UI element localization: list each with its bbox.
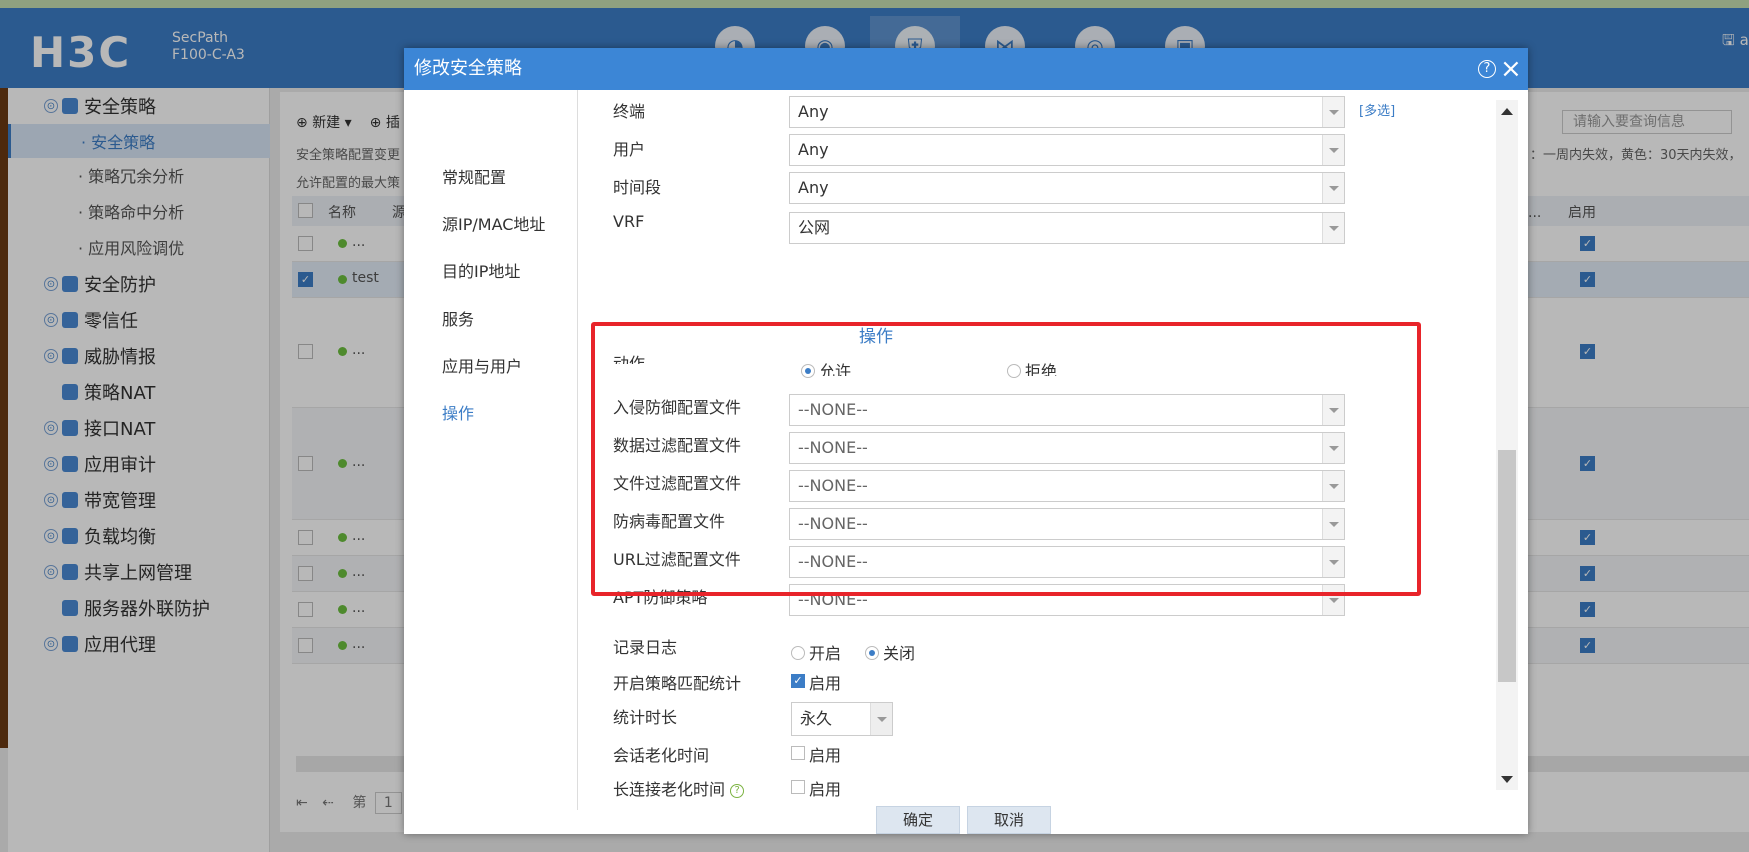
session-aging-enable-label: 启用 <box>809 746 842 765</box>
multi-select-link[interactable]: [多选] <box>1359 100 1395 119</box>
long-conn-enable-label: 启用 <box>809 780 842 799</box>
log-on-label: 开启 <box>809 644 842 663</box>
session-aging-checkbox[interactable] <box>791 746 805 760</box>
dialog-nav: 常规配置 源IP/MAC地址 目的IP地址 服务 应用与用户 操作 <box>404 90 578 810</box>
scroll-down-icon[interactable] <box>1501 776 1513 783</box>
nav-general[interactable]: 常规配置 <box>442 164 506 188</box>
time-range-select[interactable]: Any <box>789 172 1345 204</box>
nav-app-user[interactable]: 应用与用户 <box>442 353 522 377</box>
duration-label: 统计时长 <box>613 708 678 727</box>
chevron-down-icon <box>1322 213 1344 243</box>
log-label: 记录日志 <box>613 638 678 657</box>
dialog-titlebar: 修改安全策略 ? × <box>404 48 1528 90</box>
chevron-down-icon <box>1322 135 1344 165</box>
log-off-radio[interactable] <box>865 646 879 660</box>
long-conn-label: 长连接老化时间 ? <box>613 776 745 800</box>
help-icon[interactable]: ? <box>1478 60 1496 78</box>
highlight-annotation <box>591 322 1421 596</box>
nav-source-ip[interactable]: 源IP/MAC地址 <box>442 211 545 235</box>
dialog-title: 修改安全策略 <box>414 58 522 79</box>
help-question-icon[interactable]: ? <box>730 783 745 798</box>
nav-action[interactable]: 操作 <box>442 400 474 424</box>
vrf-label: VRF <box>613 212 645 231</box>
log-off-label: 关闭 <box>883 644 916 663</box>
match-stats-checkbox[interactable]: ✓ <box>791 674 805 688</box>
terminal-label: 终端 <box>613 102 646 121</box>
chevron-down-icon <box>1322 97 1344 127</box>
close-icon[interactable]: × <box>1500 48 1522 90</box>
time-range-label: 时间段 <box>613 178 662 197</box>
scroll-thumb[interactable] <box>1498 450 1516 682</box>
session-aging-label: 会话老化时间 <box>613 746 710 765</box>
scroll-up-icon[interactable] <box>1501 108 1513 115</box>
user-select[interactable]: Any <box>789 134 1345 166</box>
duration-select[interactable]: 永久 <box>791 702 893 736</box>
cancel-button[interactable]: 取消 <box>967 806 1051 834</box>
vertical-scrollbar[interactable] <box>1496 100 1518 790</box>
vrf-select[interactable]: 公网 <box>789 212 1345 244</box>
chevron-down-icon <box>870 703 892 735</box>
nav-dest-ip[interactable]: 目的IP地址 <box>442 258 520 282</box>
log-on-radio[interactable] <box>791 646 805 660</box>
match-stats-label: 开启策略匹配统计 <box>613 674 742 693</box>
ok-button[interactable]: 确定 <box>876 806 960 834</box>
long-conn-checkbox[interactable] <box>791 780 805 794</box>
terminal-select[interactable]: Any <box>789 96 1345 128</box>
user-label: 用户 <box>613 140 646 159</box>
match-stats-enable-label: 启用 <box>809 674 842 693</box>
chevron-down-icon <box>1322 173 1344 203</box>
nav-service[interactable]: 服务 <box>442 306 474 330</box>
